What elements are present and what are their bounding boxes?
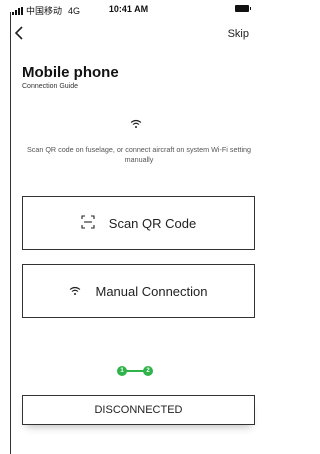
wifi-icon bbox=[69, 284, 81, 299]
step-connector bbox=[126, 370, 144, 372]
page-subtitle: Connection Guide bbox=[22, 83, 79, 90]
scan-qr-code-label: Scan QR Code bbox=[108, 215, 197, 231]
skip-button[interactable]: Skip bbox=[228, 28, 249, 40]
connection-status-button[interactable]: DISCONNECTED bbox=[22, 395, 255, 425]
step-progress-indicator: 1 2 bbox=[117, 364, 157, 378]
manual-connection-label: Manual Connection bbox=[95, 283, 208, 299]
qr-scan-icon bbox=[81, 214, 95, 232]
page-title: Mobile phone bbox=[22, 64, 119, 81]
instruction-text: Scan QR code on fuselage, or connect air… bbox=[26, 145, 252, 164]
scan-qr-code-button[interactable]: Scan QR Code bbox=[22, 196, 255, 250]
status-bar: 中国移动 4G 10:41 AM bbox=[0, 0, 257, 18]
back-button[interactable] bbox=[14, 26, 30, 44]
manual-connection-button[interactable]: Manual Connection bbox=[22, 264, 255, 318]
battery-icon bbox=[235, 5, 251, 12]
status-time: 10:41 AM bbox=[108, 4, 149, 14]
screen-edge-divider bbox=[10, 12, 11, 454]
step-1-dot: 1 bbox=[117, 366, 127, 376]
wifi-icon bbox=[130, 116, 142, 134]
chevron-left-icon bbox=[14, 26, 23, 40]
step-2-dot: 2 bbox=[143, 366, 153, 376]
